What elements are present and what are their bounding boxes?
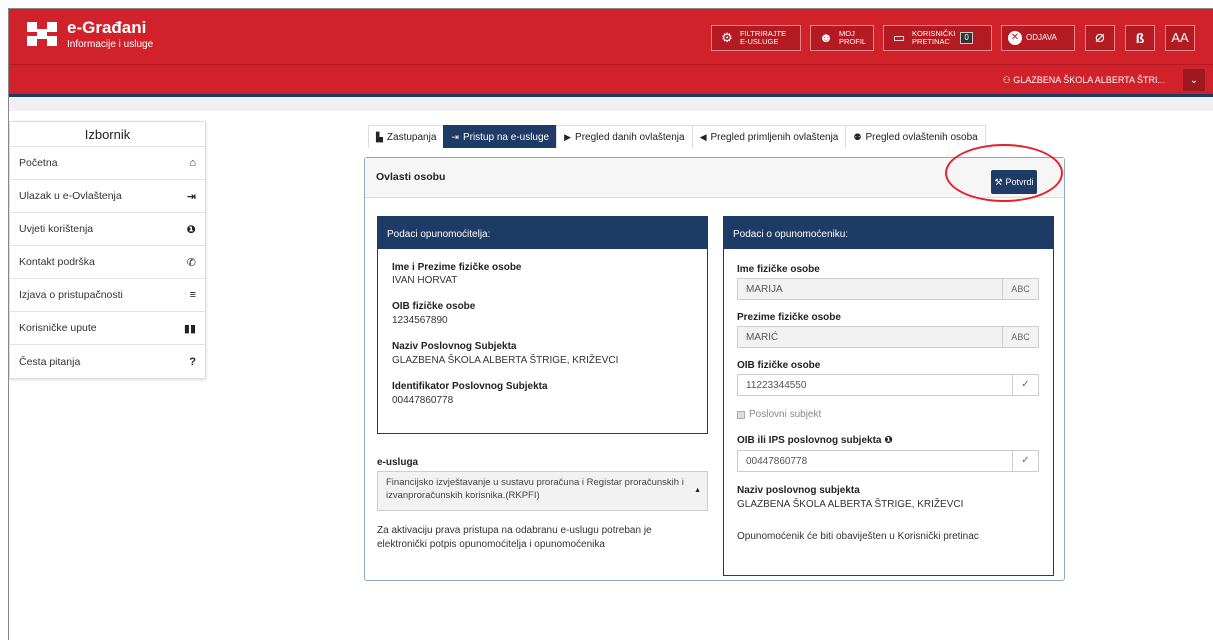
grey-strip xyxy=(9,97,1213,111)
user-inbox-button[interactable]: ▭ KORISNIČKI PRETINAC 0 xyxy=(883,25,992,51)
profile-icon: ☻ xyxy=(819,30,833,45)
grantor-card: Podaci opunomoćitelja: Ime i Prezime fiz… xyxy=(377,216,708,434)
service-note: Za aktivaciju prava pristupa na odabranu… xyxy=(377,525,652,550)
grantee-oib-label: OIB fizičke osobe xyxy=(737,360,821,371)
file-import-icon: ◀ xyxy=(699,131,707,142)
egradani-logo-icon[interactable] xyxy=(27,22,57,46)
dyslexia-font-button[interactable]: ß xyxy=(1125,25,1155,51)
user-dropdown-button[interactable]: ⌄ xyxy=(1183,69,1205,91)
book-icon: ▮▮ xyxy=(183,322,196,335)
file-export-icon: ▶ xyxy=(564,131,572,142)
authorize-panel: Ovlasti osobu ⚒ Potvrdi Podaci opunomoćit… xyxy=(364,157,1065,581)
grantor-company-id-label: Identifikator Poslovnog Subjekta xyxy=(392,381,548,392)
align-icon: ≡ xyxy=(189,289,196,301)
chevron-down-icon: ⌄ xyxy=(1189,74,1199,86)
my-profile-button[interactable]: ☻ MOJ PROFIL xyxy=(810,25,874,51)
current-user[interactable]: ⚇ GLAZBENA ŠKOLA ALBERTA ŠTRI... xyxy=(1003,75,1165,86)
business-checkbox[interactable]: Poslovni subjekt xyxy=(737,409,821,420)
grantor-heading: Podaci opunomoćitelja: xyxy=(378,217,707,249)
sidebar-item-uvjeti[interactable]: Uvjeti korištenja ❶ xyxy=(10,213,205,246)
eye-slash-button[interactable]: ⌀ xyxy=(1085,25,1115,51)
question-icon: ? xyxy=(189,355,196,368)
sidebar-item-pitanja[interactable]: Česta pitanja? xyxy=(10,345,205,378)
sidebar-item-izjava[interactable]: Izjava o pristupačnosti ≡ xyxy=(10,279,205,312)
service-label: e-usluga xyxy=(377,457,419,468)
grantor-oib-value: 1234567890 xyxy=(392,315,448,326)
grantor-company-value: GLAZBENA ŠKOLA ALBERTA ŠTRIGE, KRIŽEVCI xyxy=(392,355,619,366)
user-bar: ⚇ GLAZBENA ŠKOLA ALBERTA ŠTRI... ⌄ xyxy=(9,64,1213,94)
sidebar-item-kontakt[interactable]: Kontakt podrška ✆ xyxy=(10,246,205,279)
highlight-circle xyxy=(945,144,1063,202)
users-icon: ⚉ xyxy=(853,131,862,142)
info-icon: ❶ xyxy=(884,435,893,446)
sidebar-title: Izbornik xyxy=(10,122,205,147)
close-circle-icon: ✕ xyxy=(1008,31,1022,45)
sidebar-menu: Izbornik Početna ⌂ Ulazak u e-Ovlaštenja ⇥… xyxy=(9,121,206,379)
file-icon: ▙ xyxy=(376,131,383,142)
caret-up-icon: ▲ xyxy=(694,487,701,494)
tab-primljena-ovlastenja[interactable]: ◀ Pregled primljenih ovlaštenja xyxy=(691,125,847,148)
grantor-name-label: Ime i Prezime fizičke osobe xyxy=(392,262,522,273)
oib-field[interactable]: 11223344550 ✓ xyxy=(737,374,1039,396)
grantee-heading: Podaci o opunomoćeniku: xyxy=(724,217,1053,249)
sign-in-icon: ⇥ xyxy=(186,190,196,203)
filter-eservices-button[interactable]: ⚙ FILTRIRAJTE E-USLUGE xyxy=(711,25,801,51)
company-oib-label: OIB ili IPS poslovnog subjekta ❶ xyxy=(737,435,893,446)
top-header: e-Građani Informacije i usluge ⚙ FILTRIR… xyxy=(9,9,1213,64)
company-name-value: GLAZBENA ŠKOLA ALBERTA ŠTRIGE, KRIŽEVCI xyxy=(737,499,964,510)
home-icon: ⌂ xyxy=(189,157,196,169)
font-size-button[interactable]: AA xyxy=(1165,25,1195,51)
browser-viewport: e-Građani Informacije i usluge ⚙ FILTRIR… xyxy=(8,8,1213,640)
last-name-field[interactable]: MARIĆ ABC xyxy=(737,326,1039,348)
cogs-icon: ⚙ xyxy=(721,30,733,45)
inbox-icon: ▭ xyxy=(892,30,906,45)
service-select[interactable]: Financijsko izvještavanje u sustavu pror… xyxy=(377,471,708,511)
sign-in-icon: ⇥ xyxy=(451,131,459,142)
first-name-field[interactable]: MARIJA ABC xyxy=(737,278,1039,300)
brand-title: e-Građani xyxy=(67,18,147,37)
grantor-company-id-value: 00447860778 xyxy=(392,395,454,406)
tab-pristup[interactable]: ⇥ Pristup na e-usluge xyxy=(443,125,558,148)
sidebar-item-pocetna[interactable]: Početna ⌂ xyxy=(10,147,205,180)
tab-zastupanja[interactable]: ▙ Zastupanja xyxy=(368,125,445,148)
user-icon: ⚇ xyxy=(1002,75,1014,85)
grantor-oib-label: OIB fizičke osobe xyxy=(392,301,476,312)
dyslexia-icon: ß xyxy=(1135,30,1145,46)
tab-dana-ovlastenja[interactable]: ▶ Pregled danih ovlaštenja xyxy=(556,125,693,148)
grantee-first-name-label: Ime fizičke osobe xyxy=(737,264,820,275)
tab-bar: ▙ Zastupanja ⇥ Pristup na e-usluge ▶ Pregle… xyxy=(368,125,986,148)
grantor-name-value: IVAN HORVAT xyxy=(392,275,458,286)
grantee-notice: Opunomoćenik će biti obaviješten u Koris… xyxy=(737,531,979,542)
checkbox-box xyxy=(737,410,745,419)
info-icon: ❶ xyxy=(186,223,196,236)
sidebar-item-upute[interactable]: Korisničke upute ▮▮ xyxy=(10,312,205,345)
tab-ovlastene-osobe[interactable]: ⚉ Pregled ovlaštenih osoba xyxy=(845,125,986,148)
grantee-last-name-label: Prezime fizičke osobe xyxy=(737,312,841,323)
check-circle-icon: ✓ xyxy=(1012,451,1038,471)
logout-button[interactable]: ✕ ODJAVA xyxy=(1001,25,1075,51)
eye-slash-icon: ⌀ xyxy=(1095,29,1105,46)
phone-icon: ✆ xyxy=(186,256,196,269)
inbox-count-badge: 0 xyxy=(960,32,973,44)
company-oib-field[interactable]: 00447860778 ✓ xyxy=(737,450,1039,472)
grantor-company-label: Naziv Poslovnog Subjekta xyxy=(392,341,517,352)
abc-addon: ABC xyxy=(1002,327,1038,347)
abc-addon: ABC xyxy=(1002,279,1038,299)
company-name-label: Naziv poslovnog subjekta xyxy=(737,485,860,496)
grantee-card: Podaci o opunomoćeniku: Ime fizičke osob… xyxy=(723,216,1054,576)
panel-title: Ovlasti osobu xyxy=(376,171,446,183)
brand-subtitle: Informacije i usluge xyxy=(67,39,154,50)
sidebar-item-ulazak[interactable]: Ulazak u e-Ovlaštenja ⇥ xyxy=(10,180,205,213)
check-circle-icon: ✓ xyxy=(1012,375,1038,395)
